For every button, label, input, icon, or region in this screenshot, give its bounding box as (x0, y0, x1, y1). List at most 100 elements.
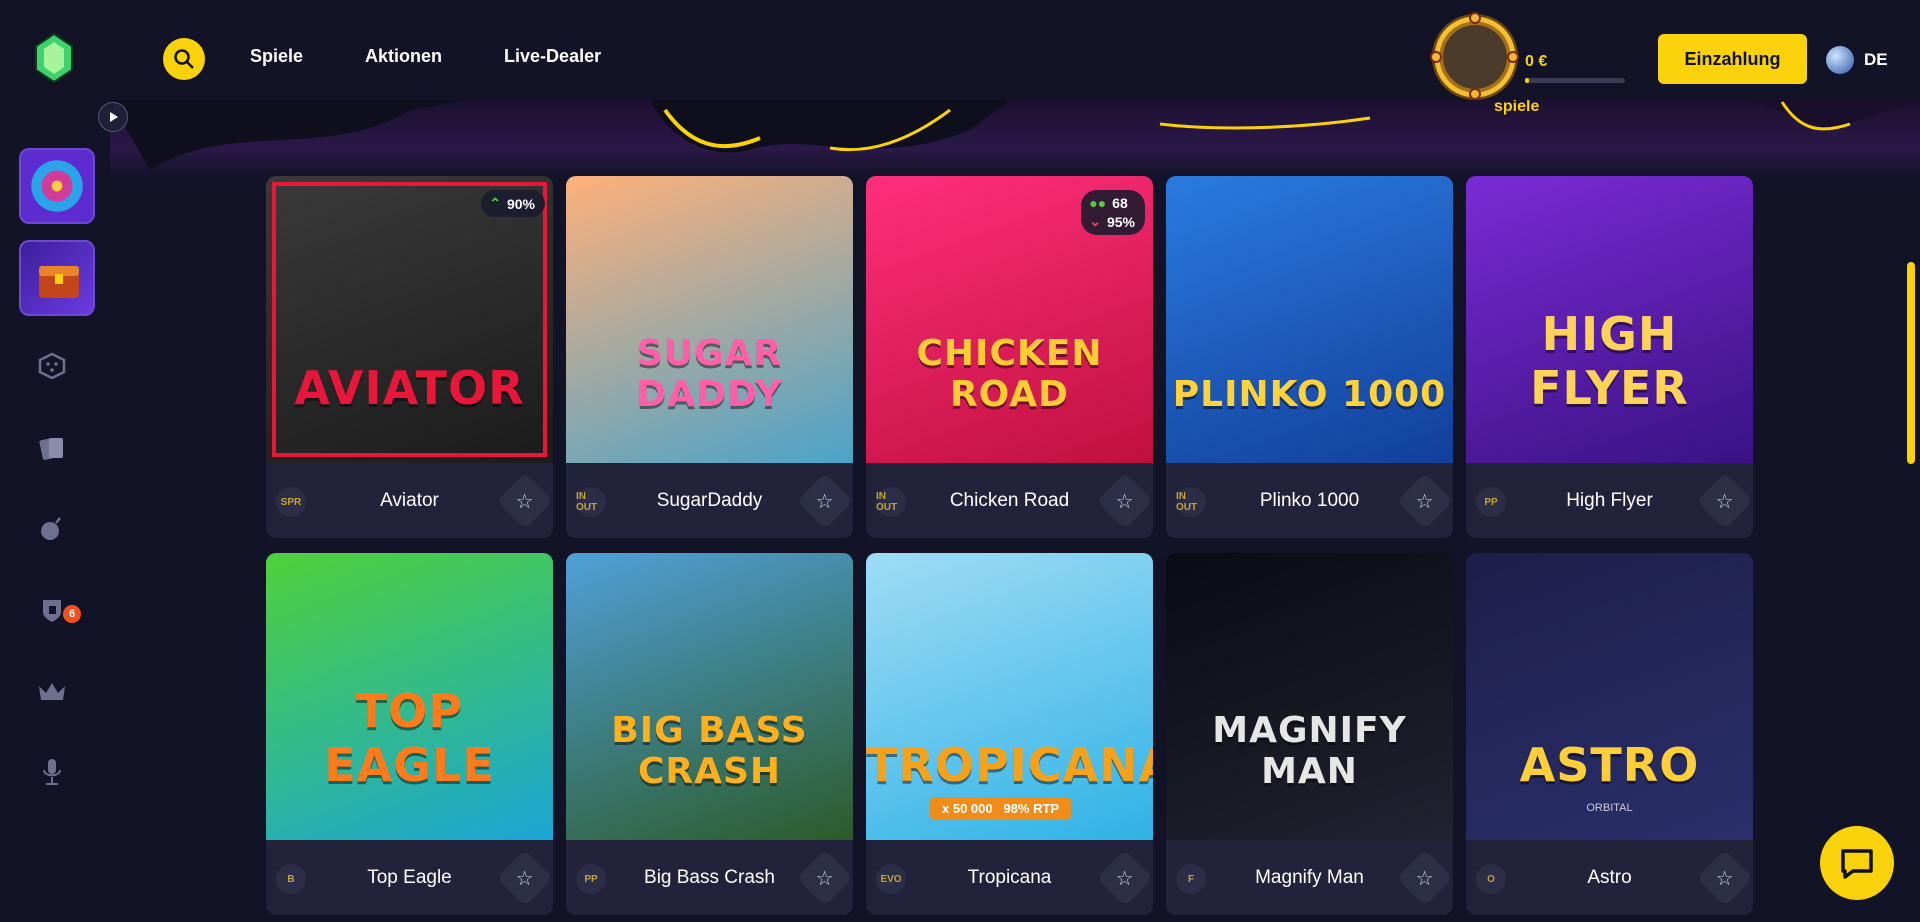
players-count: 68 (1112, 195, 1128, 211)
balance-amount: 0 € (1525, 53, 1548, 70)
game-card[interactable]: ASTRO ORBITAL O Astro ☆ (1466, 553, 1753, 915)
provider-logo: PP (576, 864, 606, 894)
main-nav: Spiele Aktionen Live-Dealer (250, 46, 601, 67)
scrollbar[interactable] (1907, 262, 1915, 464)
dice-icon[interactable] (36, 350, 68, 382)
provider-logo: IN OUT (876, 487, 906, 517)
cards-icon[interactable] (36, 432, 68, 464)
star-icon: ☆ (1716, 490, 1734, 513)
star-icon: ☆ (1116, 490, 1134, 513)
provider-logo: F (1176, 864, 1206, 894)
favorite-button[interactable]: ☆ (796, 849, 853, 907)
bomb-icon[interactable] (36, 512, 68, 544)
game-card[interactable]: PLINKO 1000 IN OUT Plinko 1000 ☆ (1166, 176, 1453, 538)
language-code: DE (1864, 50, 1888, 69)
favorite-button[interactable]: ☆ (1396, 849, 1453, 907)
game-thumbnail[interactable]: PLINKO 1000 (1166, 176, 1453, 463)
live-chat-button[interactable] (1820, 826, 1894, 900)
star-icon: ☆ (1416, 490, 1434, 513)
favorite-button[interactable]: ☆ (496, 472, 553, 530)
aviator-frame (272, 182, 547, 457)
players-icon: ●● (1089, 195, 1107, 211)
game-art-title: HIGH FLYER (1530, 307, 1689, 415)
game-card[interactable]: HIGH FLYER PP High Flyer ☆ (1466, 176, 1753, 538)
favorite-button[interactable]: ☆ (496, 849, 553, 907)
favorite-button[interactable]: ☆ (1696, 472, 1753, 530)
rtp-badge: ●● 68 ⌄ 95% (1081, 190, 1145, 235)
search-icon (174, 49, 194, 69)
game-thumbnail[interactable]: CHICKEN ROAD ●● 68 ⌄ 95% (866, 176, 1153, 463)
wheel-of-fortune-tile[interactable] (19, 148, 95, 224)
microphone-icon[interactable] (36, 756, 68, 788)
game-card-footer: IN OUT Plinko 1000 ☆ (1166, 463, 1453, 538)
favorite-button[interactable]: ☆ (1696, 849, 1753, 907)
provider-logo: SPR (276, 487, 306, 517)
game-art-title: PLINKO 1000 (1172, 374, 1447, 415)
rtp-value: 95% (1106, 213, 1135, 230)
game-thumbnail[interactable]: ASTRO ORBITAL (1466, 553, 1753, 840)
shield-icon[interactable] (36, 594, 68, 626)
user-avatar[interactable] (1430, 12, 1519, 100)
game-art-title: CHICKEN ROAD (916, 333, 1103, 415)
provider-logo: B (276, 864, 306, 894)
game-art-title: TROPICANA (866, 738, 1153, 792)
star-icon: ☆ (1716, 867, 1734, 890)
game-card[interactable]: TOP EAGLE B Top Eagle ☆ (266, 553, 553, 915)
game-thumbnail[interactable]: MAGNIFY MAN (1166, 553, 1453, 840)
game-art-title: ASTRO (1519, 738, 1700, 792)
nav-live-dealer[interactable]: Live-Dealer (504, 46, 601, 67)
game-card-footer: SPR Aviator ☆ (266, 463, 553, 538)
game-card[interactable]: BIG BASS CRASH PP Big Bass Crash ☆ (566, 553, 853, 915)
game-card-footer: IN OUT Chicken Road ☆ (866, 463, 1153, 538)
game-card[interactable]: SUGAR DADDY IN OUT SugarDaddy ☆ (566, 176, 853, 538)
nav-promotions[interactable]: Aktionen (365, 46, 442, 67)
site-logo[interactable] (34, 32, 74, 84)
chat-bubble-icon (1841, 849, 1873, 879)
game-thumbnail[interactable]: BIG BASS CRASH (566, 553, 853, 840)
language-selector[interactable]: DE (1826, 46, 1888, 74)
nav-games[interactable]: Spiele (250, 46, 303, 67)
favorite-button[interactable]: ☆ (796, 472, 853, 530)
game-thumbnail[interactable]: TROPICANA x 50 000 98% RTP (866, 553, 1153, 840)
star-icon: ☆ (1416, 867, 1434, 890)
favorite-button[interactable]: ☆ (1396, 472, 1453, 530)
banner-label: spiele (1494, 98, 1540, 115)
game-thumbnail[interactable]: SUGAR DADDY (566, 176, 853, 463)
provider-logo: EVO (876, 864, 906, 894)
game-card-footer: PP Big Bass Crash ☆ (566, 840, 853, 915)
provider-logo: O (1476, 864, 1506, 894)
provider-logo: IN OUT (576, 487, 606, 517)
rtp-arrow-icon: ⌄ (1089, 213, 1101, 229)
crown-icon[interactable] (36, 676, 68, 708)
game-card-footer: EVO Tropicana ☆ (866, 840, 1153, 915)
game-thumbnail[interactable]: TOP EAGLE (266, 553, 553, 840)
deposit-button[interactable]: Einzahlung (1658, 34, 1807, 84)
top-header: Spiele Aktionen Live-Dealer 0 € Einzahlu… (0, 0, 1920, 100)
star-icon: ☆ (516, 867, 534, 890)
favorite-button[interactable]: ☆ (1096, 472, 1153, 530)
provider-logo: PP (1476, 487, 1506, 517)
star-icon: ☆ (816, 867, 834, 890)
sidebar: 6 (0, 100, 110, 922)
game-art-badge: x 50 000 98% RTP (930, 797, 1072, 820)
game-card[interactable]: CHICKEN ROAD ●● 68 ⌄ 95% IN OUT Chicken Road ☆ (866, 176, 1153, 538)
star-icon: ☆ (1116, 867, 1134, 890)
game-thumbnail[interactable]: AVIATOR ⌃ 90% (266, 176, 553, 463)
game-card-footer: B Top Eagle ☆ (266, 840, 553, 915)
game-card[interactable]: AVIATOR ⌃ 90% SPR Aviator ☆ (266, 176, 553, 538)
rtp-badge: ⌃ 90% (481, 190, 545, 217)
favorite-button[interactable]: ☆ (1096, 849, 1153, 907)
provider-logo: IN OUT (1176, 487, 1206, 517)
search-button[interactable] (163, 38, 205, 80)
treasure-chest-tile[interactable] (19, 240, 95, 316)
game-card-footer: PP High Flyer ☆ (1466, 463, 1753, 538)
game-grid: AVIATOR ⌃ 90% SPR Aviator ☆ SUGAR DADDY IN OUT S… (266, 176, 1753, 915)
promo-banner[interactable] (110, 100, 1920, 180)
sidebar-toggle-button[interactable] (98, 102, 128, 132)
rtp-arrow-icon: ⌃ (489, 195, 501, 211)
game-art-title: TOP EAGLE (324, 684, 495, 792)
game-art-title: MAGNIFY MAN (1212, 710, 1407, 792)
game-card[interactable]: MAGNIFY MAN F Magnify Man ☆ (1166, 553, 1453, 915)
game-card[interactable]: TROPICANA x 50 000 98% RTP EVO Tropicana ☆ (866, 553, 1153, 915)
game-thumbnail[interactable]: HIGH FLYER (1466, 176, 1753, 463)
